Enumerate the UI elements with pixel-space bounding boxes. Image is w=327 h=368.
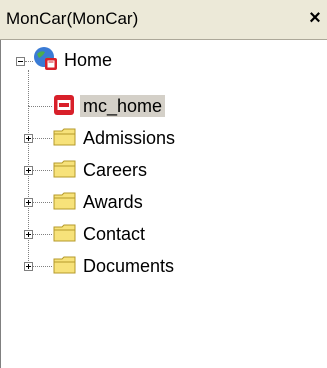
close-button[interactable]: × (305, 6, 325, 30)
tree-node-mc-home[interactable]: mc_home (53, 92, 253, 120)
tree-connector-line (28, 106, 29, 263)
panel-title: MonCar(MonCar) (6, 9, 139, 28)
tree-connector-line (25, 61, 33, 62)
expand-documents-toggle[interactable] (24, 262, 33, 271)
tree-node-careers[interactable]: Careers (53, 156, 273, 184)
tree-connector-line (33, 170, 52, 171)
tree-connector-line (33, 234, 52, 235)
tree-node-label: Careers (83, 160, 148, 180)
folder-icon (53, 191, 77, 216)
tree-connector-line (33, 202, 52, 203)
tree-node-documents[interactable]: Documents (53, 252, 273, 280)
tree-node-contact[interactable]: Contact (53, 220, 273, 248)
folder-icon (53, 223, 77, 248)
tree-node-label: Documents (83, 256, 175, 276)
tree-connector-line (28, 70, 29, 106)
tree-node-label: Admissions (83, 128, 176, 148)
tree-connector-line (33, 266, 52, 267)
tree-node-home[interactable]: Home (33, 46, 193, 74)
panel-title-bar: MonCar(MonCar) × (0, 0, 327, 40)
tree-node-label: Awards (83, 192, 143, 212)
page-icon (53, 94, 75, 121)
tree-connector-line (28, 106, 52, 107)
folder-icon (53, 127, 77, 152)
expand-careers-toggle[interactable] (24, 166, 33, 175)
site-tree-panel: MonCar(MonCar) × Home mc_home Admissions… (0, 0, 327, 368)
site-tree: Home mc_home Admissions Careers Awards C… (0, 40, 327, 368)
globe-home-icon (33, 46, 59, 77)
expand-admissions-toggle[interactable] (24, 134, 33, 143)
folder-icon (53, 255, 77, 280)
tree-node-admissions[interactable]: Admissions (53, 124, 273, 152)
tree-connector-line (33, 138, 52, 139)
tree-node-awards[interactable]: Awards (53, 188, 273, 216)
folder-icon (53, 159, 77, 184)
expand-awards-toggle[interactable] (24, 198, 33, 207)
expand-contact-toggle[interactable] (24, 230, 33, 239)
tree-node-label: Contact (83, 224, 146, 244)
tree-node-label: Home (64, 50, 113, 70)
collapse-root-toggle[interactable] (16, 57, 25, 66)
tree-node-label: mc_home (80, 95, 166, 117)
